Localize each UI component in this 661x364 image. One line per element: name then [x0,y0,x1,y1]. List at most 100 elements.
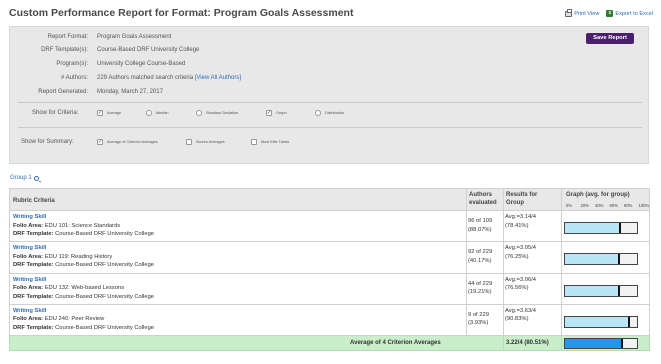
drf-value: Course-Based DRF University College [55,262,155,269]
field-label: Report Format: [47,34,88,40]
results-cell: Avg.=3.14/4 (78.41%) [505,213,536,230]
summary-value: 3.22/4 (80.51%) [506,340,549,347]
report-generated-row: Report Generated: Monday, March 27, 2017 [10,87,648,98]
result-average: Avg.=3.06/4 [505,276,536,283]
field-value: Course-Based DRF University College [97,47,200,53]
column-divider [561,242,562,273]
criteria-option-average[interactable]: ✓ Average [97,110,121,116]
table-body: Writing Skill Folio Area: EDU 101: Scienc… [9,211,650,337]
option-label: Most Elite Twists [261,140,290,144]
graph-bar-fill [565,316,631,327]
checkbox[interactable]: ✓ [97,139,103,145]
authors-percent: (3.93%) [468,320,489,327]
criteria-label: Show for Criteria: [32,110,79,116]
result-average: Avg.=3.05/4 [505,245,536,252]
table-row: Writing Skill Folio Area: EDU 132: Web-ba… [9,273,650,305]
option-label: Graph [276,111,287,115]
option-label: Standard Deviation [206,111,239,115]
table-row: Writing Skill Folio Area: EDU 119: Readin… [9,242,650,274]
criteria-table: Rubric Criteria Authors evaluated Results… [9,188,650,352]
magnifier-icon[interactable] [33,175,39,181]
checkbox[interactable] [186,139,192,145]
authors-cell: 92 of 229 (40.17%) [468,248,492,265]
result-average: Avg.=3.63/4 [505,307,536,314]
criteria-option-graph[interactable]: ✓ Graph [266,110,287,116]
divider [18,102,642,103]
summary-option-criterion-averages[interactable]: ✓ Average of Criterion Averages [97,139,158,145]
authors-count: 44 of 229 [468,280,493,287]
result-average: Avg.=3.14/4 [505,214,536,220]
checkbox[interactable]: ✓ [97,110,103,116]
field-label: Program(s): [56,61,88,67]
graph-bar-fill [565,254,620,265]
column-divider [561,273,562,304]
export-excel-label: Export to Excel [615,10,653,17]
radio[interactable] [146,110,152,116]
field-value: Program Goals Assessment [97,34,172,40]
criteria-option-distribution[interactable]: Distribution [315,110,344,116]
export-excel-link[interactable]: x Export to Excel [606,10,653,17]
skill-link[interactable]: Writing Skill [13,277,46,283]
table-row: Writing Skill Folio Area: EDU 240: Peer R… [9,304,650,337]
col-header-authors: Authors evaluated [469,191,497,207]
criteria-option-median[interactable]: Median [146,110,168,116]
folio-area: Folio Area: EDU 132: Web-based Lessons [13,284,154,293]
summary-row: Average of 4 Criterion Averages 3.22/4 (… [9,336,650,352]
col-header-results: Results for Group [506,191,537,207]
checkbox[interactable]: ✓ [266,110,272,116]
drf-template: DRF Template: Course-Based DRF Universit… [13,324,154,333]
drf-value: Course-Based DRF University College [55,231,155,237]
scale-tick: 80% [624,203,633,208]
folio-value: EDU 101: Science Standards [44,222,121,229]
excel-icon: x [606,10,614,17]
print-view-label: Print View [574,10,600,17]
col-header-criteria: Rubric Criteria [13,198,55,204]
criteria-option-std-dev[interactable]: Standard Deviation [196,110,238,116]
authors-row: # Authors: 229 Authors matched search cr… [10,73,648,84]
column-divider [503,211,504,242]
report-header: Custom Performance Report for Format: Pr… [9,7,653,23]
criteria-cell: Writing Skill Folio Area: EDU 101: Scienc… [13,213,154,239]
scale-tick: 40% [595,203,604,208]
skill-link[interactable]: Writing Skill [13,308,46,314]
checkbox[interactable] [251,139,257,145]
field-label: # Authors: [60,75,88,81]
skill-link[interactable]: Writing Skill [13,245,46,251]
table-row: Writing Skill Folio Area: EDU 101: Scienc… [9,211,650,243]
column-divider [503,273,504,304]
view-all-authors-link[interactable]: [View All Authors] [195,75,241,81]
criteria-cell: Writing Skill Folio Area: EDU 240: Peer R… [13,307,154,333]
option-label: Scores Averages [196,140,225,144]
summary-option-scores-averages[interactable]: Scores Averages [186,139,225,145]
table-header: Rubric Criteria Authors evaluated Results… [9,188,650,211]
radio[interactable] [315,110,321,116]
header-line: Results for [506,192,538,198]
folio-area: Folio Area: EDU 119: Reading History [13,253,154,262]
drf-label: DRF Template: [13,293,54,300]
col-header-graph: Graph (avg. for group) [566,192,630,198]
drf-value: Course-Based DRF University College [55,324,155,331]
result-percent: (76.25%) [505,253,529,260]
drf-template: DRF Template: Course-Based DRF Universit… [13,261,154,270]
folio-label: Folio Area: [13,316,44,323]
scale-tick: 60% [609,203,618,208]
print-view-link[interactable]: Print View [565,8,600,17]
graph-bar-fill [565,223,622,233]
results-cell: Avg.=3.05/4 (76.25%) [505,244,536,261]
radio[interactable] [196,110,202,116]
field-value: Monday, March 27, 2017 [97,89,163,95]
column-divider [466,273,467,304]
column-divider [561,304,562,336]
field-label: DRF Template(s): [41,47,88,53]
scale-tick: 100% [638,203,650,208]
skill-link[interactable]: Writing Skill [13,214,46,220]
summary-option-elite-twists[interactable]: Most Elite Twists [251,139,289,145]
folio-value: EDU 119: Reading History [44,253,113,260]
group-link[interactable]: Group 1 [10,175,39,181]
column-divider [466,304,467,336]
option-label: Distribution [325,111,344,115]
authors-percent: (19.21%) [468,289,492,296]
field-label: Report Generated: [38,89,88,95]
field-value: 229 Authors matched search criteria [Vie… [97,75,241,81]
drf-label: DRF Template: [13,324,54,331]
